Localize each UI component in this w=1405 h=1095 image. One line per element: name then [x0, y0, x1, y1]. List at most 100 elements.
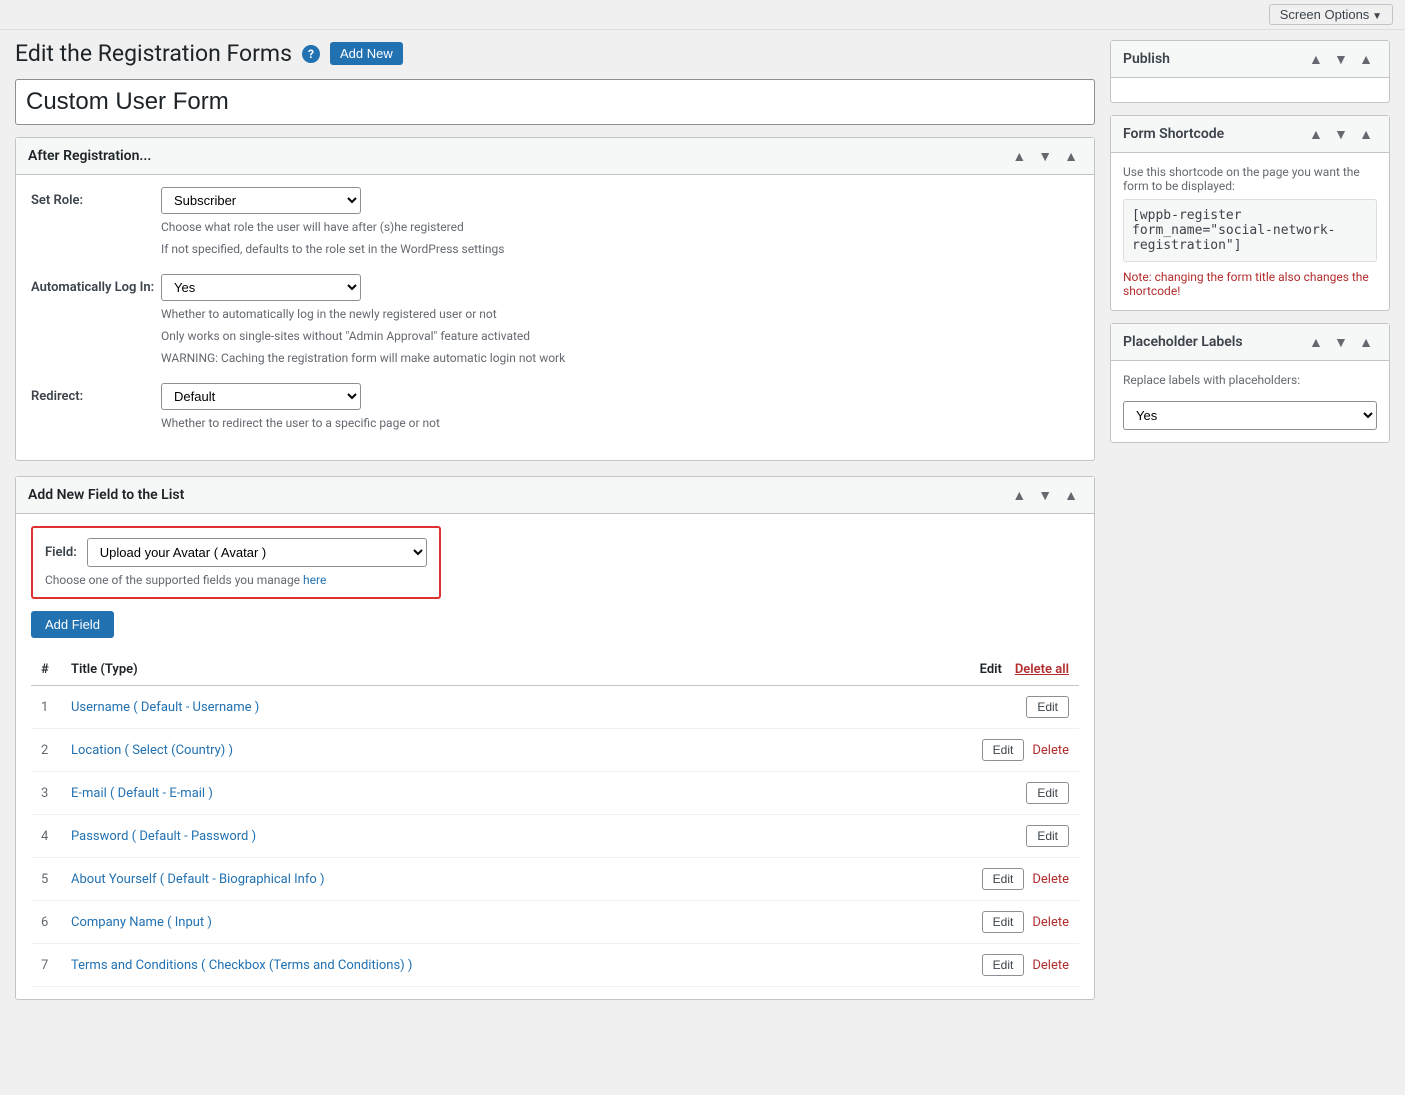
shortcode-desc: Use this shortcode on the page you want … — [1123, 165, 1377, 193]
table-row: 4Password ( Default - Password ) Edit — [31, 815, 1079, 858]
row-title: Terms and Conditions ( Checkbox (Terms a… — [61, 944, 842, 987]
publish-body — [1111, 78, 1389, 102]
redirect-hint: Whether to redirect the user to a specif… — [161, 414, 1079, 432]
placeholder-down-btn[interactable]: ▼ — [1330, 332, 1352, 352]
set-role-content: Subscriber Choose what role the user wil… — [161, 187, 1079, 258]
shortcode-note: Note: changing the form title also chang… — [1123, 270, 1377, 298]
placeholder-labels-title: Placeholder Labels — [1123, 334, 1243, 350]
edit-button[interactable]: Edit — [982, 868, 1025, 890]
add-new-button[interactable]: Add New — [330, 42, 403, 65]
edit-button[interactable]: Edit — [1026, 825, 1069, 847]
row-title: Location ( Select (Country) ) — [61, 729, 842, 772]
row-actions: Edit — [842, 686, 1079, 729]
publish-metabox: Publish ▲ ▼ ▲ — [1110, 40, 1390, 103]
add-field-up-button[interactable]: ▲ — [1008, 485, 1030, 505]
page-container: Edit the Registration Forms ? Add New Af… — [0, 30, 1405, 1015]
redirect-select[interactable]: Default — [161, 383, 361, 410]
add-new-field-metabox: Add New Field to the List ▲ ▼ ▲ Field: U… — [15, 476, 1095, 1000]
add-field-toggle-button[interactable]: ▲ — [1060, 485, 1082, 505]
edit-button[interactable]: Edit — [982, 739, 1025, 761]
col-num-header: # — [31, 654, 61, 686]
add-field-button[interactable]: Add Field — [31, 611, 114, 638]
form-title-input[interactable] — [15, 79, 1095, 125]
edit-button[interactable]: Edit — [982, 954, 1025, 976]
placeholder-labels-select[interactable]: Yes — [1123, 401, 1377, 430]
row-num: 6 — [31, 901, 61, 944]
row-actions: Edit Delete — [842, 901, 1079, 944]
redirect-row: Redirect: Default Whether to redirect th… — [31, 383, 1079, 432]
publish-down-btn[interactable]: ▼ — [1330, 49, 1352, 69]
delete-link[interactable]: Delete — [1032, 743, 1069, 758]
placeholder-toggle-btn[interactable]: ▲ — [1355, 332, 1377, 352]
row-title: Password ( Default - Password ) — [61, 815, 842, 858]
delete-link[interactable]: Delete — [1032, 958, 1069, 973]
placeholder-labels-header[interactable]: Placeholder Labels ▲ ▼ ▲ — [1111, 324, 1389, 361]
placeholder-controls: ▲ ▼ ▲ — [1305, 332, 1377, 352]
field-select-hint: Choose one of the supported fields you m… — [45, 573, 427, 587]
help-icon[interactable]: ? — [302, 45, 320, 63]
table-row: 1Username ( Default - Username )Edit — [31, 686, 1079, 729]
edit-button[interactable]: Edit — [1026, 696, 1069, 718]
field-type-select[interactable]: Upload your Avatar ( Avatar ) — [87, 538, 427, 567]
table-row: 3E-mail ( Default - E-mail )Edit — [31, 772, 1079, 815]
add-new-field-header: Add New Field to the List ▲ ▼ ▲ — [16, 477, 1094, 514]
publish-up-btn[interactable]: ▲ — [1305, 49, 1327, 69]
field-select-bordered: Field: Upload your Avatar ( Avatar ) Cho… — [31, 526, 441, 599]
page-title-row: Edit the Registration Forms ? Add New — [15, 40, 1095, 67]
auto-login-label: Automatically Log In: — [31, 274, 161, 295]
shortcode-up-btn[interactable]: ▲ — [1305, 124, 1327, 144]
placeholder-up-btn[interactable]: ▲ — [1305, 332, 1327, 352]
row-title: About Yourself ( Default - Biographical … — [61, 858, 842, 901]
auto-login-hint3: WARNING: Caching the registration form w… — [161, 349, 1079, 367]
table-row: 6Company Name ( Input ) Edit Delete — [31, 901, 1079, 944]
row-title: Username ( Default - Username ) — [61, 686, 842, 729]
auto-login-row: Automatically Log In: Yes Whether to aut… — [31, 274, 1079, 367]
publish-toggle-btn[interactable]: ▲ — [1355, 49, 1377, 69]
auto-login-select[interactable]: Yes — [161, 274, 361, 301]
auto-login-hint1: Whether to automatically log in the newl… — [161, 305, 1079, 323]
edit-button[interactable]: Edit — [982, 911, 1025, 933]
redirect-label: Redirect: — [31, 383, 161, 404]
delete-link[interactable]: Delete — [1032, 872, 1069, 887]
set-role-label: Set Role: — [31, 187, 161, 208]
shortcode-value[interactable]: [wppb-register form_name="social-network… — [1123, 199, 1377, 262]
shortcode-down-btn[interactable]: ▼ — [1330, 124, 1352, 144]
publish-controls: ▲ ▼ ▲ — [1305, 49, 1377, 69]
publish-metabox-header[interactable]: Publish ▲ ▼ ▲ — [1111, 41, 1389, 78]
shortcode-toggle-btn[interactable]: ▲ — [1355, 124, 1377, 144]
row-actions: Edit — [842, 815, 1079, 858]
collapse-up-button[interactable]: ▲ — [1008, 146, 1030, 166]
set-role-select[interactable]: Subscriber — [161, 187, 361, 214]
add-new-field-title: Add New Field to the List — [28, 487, 184, 503]
metabox-controls: ▲ ▼ ▲ — [1008, 146, 1082, 166]
row-num: 4 — [31, 815, 61, 858]
row-actions: Edit Delete — [842, 729, 1079, 772]
add-field-down-button[interactable]: ▼ — [1034, 485, 1056, 505]
table-row: 5About Yourself ( Default - Biographical… — [31, 858, 1079, 901]
row-num: 5 — [31, 858, 61, 901]
form-shortcode-header[interactable]: Form Shortcode ▲ ▼ ▲ — [1111, 116, 1389, 153]
collapse-down-button[interactable]: ▼ — [1034, 146, 1056, 166]
after-registration-header: After Registration... ▲ ▼ ▲ — [16, 138, 1094, 175]
edit-button[interactable]: Edit — [1026, 782, 1069, 804]
auto-login-hint2: Only works on single-sites without "Admi… — [161, 327, 1079, 345]
set-role-row: Set Role: Subscriber Choose what role th… — [31, 187, 1079, 258]
delete-all-link[interactable]: Delete all — [1015, 662, 1069, 677]
row-title: E-mail ( Default - E-mail ) — [61, 772, 842, 815]
toggle-button[interactable]: ▲ — [1060, 146, 1082, 166]
top-bar: Screen Options — [0, 0, 1405, 30]
sidebar: Publish ▲ ▼ ▲ Form Shortcode ▲ ▼ ▲ — [1110, 40, 1390, 1015]
delete-link[interactable]: Delete — [1032, 915, 1069, 930]
screen-options-button[interactable]: Screen Options — [1269, 4, 1393, 25]
add-field-metabox-controls: ▲ ▼ ▲ — [1008, 485, 1082, 505]
col-edit-header: Edit Delete all — [842, 654, 1079, 686]
row-title: Company Name ( Input ) — [61, 901, 842, 944]
row-num: 7 — [31, 944, 61, 987]
field-hint-link[interactable]: here — [303, 573, 326, 587]
main-content: Edit the Registration Forms ? Add New Af… — [15, 40, 1095, 1015]
page-title: Edit the Registration Forms — [15, 40, 292, 67]
auto-login-content: Yes Whether to automatically log in the … — [161, 274, 1079, 367]
row-actions: Edit Delete — [842, 858, 1079, 901]
col-title-header: Title (Type) — [61, 654, 842, 686]
placeholder-labels-body: Replace labels with placeholders: Yes — [1111, 361, 1389, 442]
